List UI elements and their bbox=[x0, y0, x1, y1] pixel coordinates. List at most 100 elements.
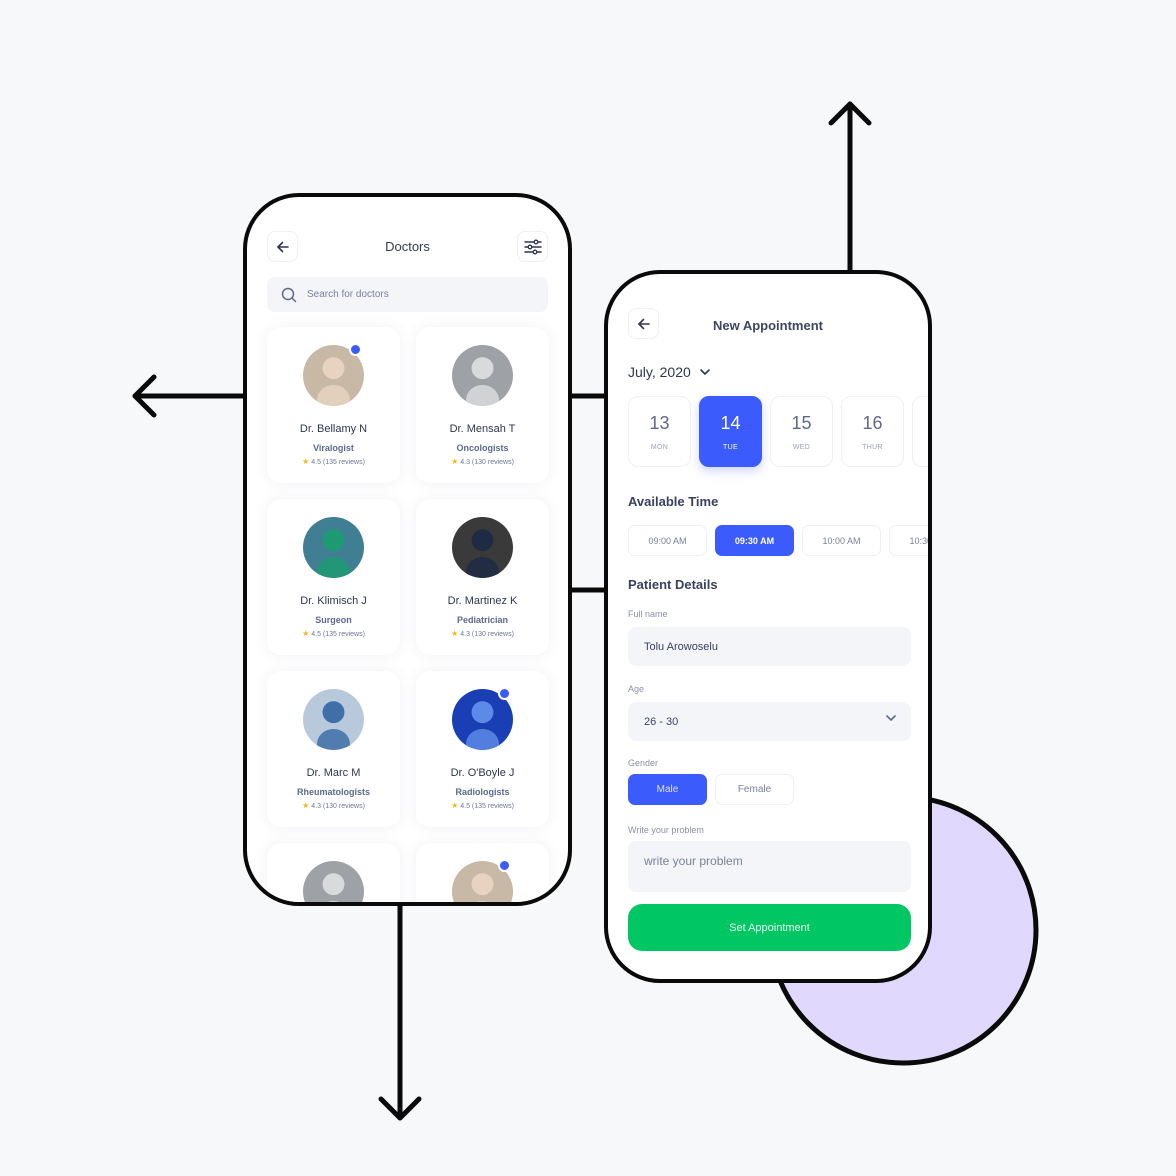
rating-value: 4.5 bbox=[311, 459, 321, 466]
doctor-card[interactable] bbox=[416, 843, 549, 902]
available-time-title: Available Time bbox=[628, 494, 719, 509]
doctor-avatar bbox=[452, 345, 513, 406]
doctor-specialty: Rheumatologists bbox=[296, 787, 370, 797]
time-slot[interactable]: 09:00 AM bbox=[628, 525, 707, 556]
doctor-card[interactable]: Dr. O'Boyle J Radiologists ★ 4.5 (135 revie… bbox=[416, 671, 549, 827]
age-value: 26 - 30 bbox=[644, 715, 679, 728]
decorative-connectors bbox=[132, 101, 1039, 1121]
doctor-card[interactable]: Dr. Marc M Rheumatologists ★ 4.3 (130 revie… bbox=[267, 671, 400, 827]
online-status-dot bbox=[498, 687, 511, 700]
doctor-rating: ★ 4.3 (130 reviews) bbox=[416, 457, 549, 466]
time-slot[interactable]: 10:30 AM bbox=[889, 525, 928, 556]
full-name-field[interactable]: Tolu Arowoselu bbox=[628, 627, 911, 666]
age-select[interactable]: 26 - 30 bbox=[628, 702, 911, 741]
problem-textarea[interactable]: write your problem bbox=[628, 841, 911, 892]
new-appointment-screen: New Appointment July, 2020 13 MON 14 TUE 15 W… bbox=[604, 270, 932, 983]
time-slot[interactable]: 09:30 AM bbox=[715, 525, 794, 556]
date-option[interactable]: 15 WED bbox=[770, 396, 833, 467]
chevron-down-icon bbox=[699, 369, 710, 375]
rating-value: 4.3 bbox=[460, 631, 470, 638]
doctor-name: Dr. Martinez K bbox=[447, 595, 518, 607]
month-selector[interactable]: July, 2020 bbox=[628, 364, 711, 380]
doctor-avatar bbox=[452, 517, 513, 578]
page-title: New Appointment bbox=[712, 318, 823, 333]
date-number: 16 bbox=[862, 412, 883, 433]
doctor-avatar bbox=[303, 861, 364, 902]
arrow-up-decor-icon bbox=[828, 101, 872, 275]
phone-connectors bbox=[570, 393, 606, 593]
date-option[interactable] bbox=[912, 396, 928, 467]
rating-value: 4.3 bbox=[311, 803, 321, 810]
star-icon: ★ bbox=[302, 629, 310, 638]
full-name-value: Tolu Arowoselu bbox=[644, 640, 718, 653]
doctor-rating: ★ 4.5 (135 reviews) bbox=[267, 457, 400, 466]
doctor-name: Dr. Mensah T bbox=[449, 423, 516, 435]
date-number: 15 bbox=[791, 412, 812, 433]
doctor-rating: ★ 4.5 (135 reviews) bbox=[416, 801, 549, 810]
rating-value: 4.3 bbox=[460, 459, 470, 466]
date-weekday: WED bbox=[792, 443, 811, 451]
doctor-rating: ★ 4.5 (135 reviews) bbox=[267, 629, 400, 638]
doctor-card[interactable]: Dr. Klimisch J Surgeon ★ 4.5 (135 reviews) bbox=[267, 499, 400, 655]
date-number: 13 bbox=[649, 412, 670, 433]
doctor-avatar bbox=[303, 689, 364, 750]
doctor-card[interactable] bbox=[267, 843, 400, 902]
rating-value: 4.5 bbox=[460, 803, 470, 810]
doctor-rating: ★ 4.3 (130 reviews) bbox=[416, 629, 549, 638]
set-appointment-button[interactable]: Set Appointment bbox=[628, 904, 911, 951]
page-title: Doctors bbox=[385, 239, 430, 254]
date-option[interactable]: 14 TUE bbox=[699, 396, 762, 467]
date-weekday: TUE bbox=[723, 443, 738, 451]
doctor-name: Dr. Marc M bbox=[306, 767, 361, 779]
filter-button[interactable] bbox=[517, 231, 548, 262]
date-weekday: MON bbox=[650, 443, 669, 451]
online-status-dot bbox=[349, 343, 362, 356]
date-picker: 13 MON 14 TUE 15 WED 16 THUR bbox=[628, 396, 928, 467]
review-count: (135 reviews) bbox=[322, 631, 365, 638]
star-icon: ★ bbox=[451, 629, 459, 638]
date-option[interactable]: 16 THUR bbox=[841, 396, 904, 467]
date-weekday: THUR bbox=[862, 443, 883, 451]
doctor-specialty: Oncologists bbox=[456, 443, 509, 453]
problem-label: Write your problem bbox=[628, 825, 704, 835]
month-label: July, 2020 bbox=[628, 364, 691, 380]
doctor-name: Dr. Klimisch J bbox=[300, 595, 367, 607]
doctor-specialty: Viralogist bbox=[313, 443, 354, 453]
review-count: (130 reviews) bbox=[471, 459, 514, 466]
sliders-icon bbox=[523, 239, 542, 254]
star-icon: ★ bbox=[451, 801, 459, 810]
review-count: (130 reviews) bbox=[471, 631, 514, 638]
gender-option-male[interactable]: Male bbox=[628, 774, 707, 805]
doctor-name: Dr. O'Boyle J bbox=[450, 767, 515, 779]
doctor-specialty: Surgeon bbox=[315, 615, 352, 625]
gender-toggle: Male Female bbox=[628, 774, 794, 805]
online-status-dot bbox=[498, 859, 511, 872]
date-number: 14 bbox=[720, 412, 741, 433]
date-option[interactable]: 13 MON bbox=[628, 396, 691, 467]
review-count: (135 reviews) bbox=[471, 803, 514, 810]
doctor-card[interactable]: Dr. Martinez K Pediatrician ★ 4.3 (130 revi… bbox=[416, 499, 549, 655]
doctor-card[interactable]: Dr. Mensah T Oncologists ★ 4.3 (130 reviews… bbox=[416, 327, 549, 483]
search-icon bbox=[281, 287, 297, 302]
doctor-rating: ★ 4.3 (130 reviews) bbox=[267, 801, 400, 810]
problem-placeholder: write your problem bbox=[644, 854, 743, 868]
doctors-screen: Doctors Search for doctors Dr. Bellamy N… bbox=[243, 193, 572, 906]
star-icon: ★ bbox=[451, 457, 459, 466]
time-slots: 09:00 AM 09:30 AM 10:00 AM 10:30 AM bbox=[628, 525, 928, 556]
gender-option-female[interactable]: Female bbox=[715, 774, 794, 805]
review-count: (130 reviews) bbox=[322, 803, 365, 810]
time-slot[interactable]: 10:00 AM bbox=[802, 525, 881, 556]
full-name-label: Full name bbox=[628, 609, 668, 619]
patient-details-title: Patient Details bbox=[628, 577, 718, 592]
review-count: (135 reviews) bbox=[322, 459, 365, 466]
doctor-name: Dr. Bellamy N bbox=[299, 423, 368, 435]
doctor-specialty: Pediatrician bbox=[456, 615, 509, 625]
star-icon: ★ bbox=[302, 801, 310, 810]
search-input[interactable]: Search for doctors bbox=[267, 277, 548, 312]
doctor-card[interactable]: Dr. Bellamy N Viralogist ★ 4.5 (135 reviews… bbox=[267, 327, 400, 483]
arrow-left-decor-icon bbox=[132, 374, 248, 418]
arrow-down-decor-icon bbox=[378, 901, 422, 1121]
age-label: Age bbox=[628, 684, 645, 694]
rating-value: 4.5 bbox=[311, 631, 321, 638]
search-placeholder: Search for doctors bbox=[307, 289, 389, 300]
